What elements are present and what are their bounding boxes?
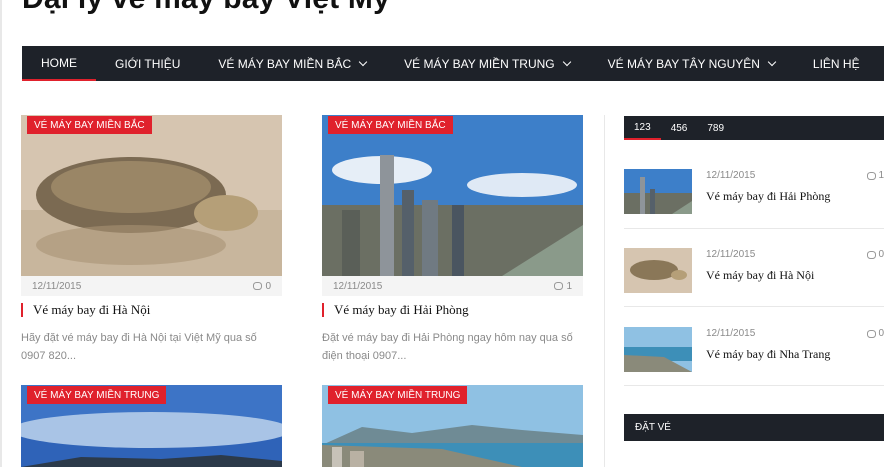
post-date: 12/11/2015 [333, 280, 383, 292]
sidebar-post-item: 12/11/2015 0 Vé máy bay đi Nha Trang [624, 327, 884, 386]
tab-789[interactable]: 789 [697, 116, 734, 140]
post-excerpt: Đặt vé máy bay đi Hải Phòng ngay hôm nay… [322, 332, 573, 362]
sidebar-post-date: 12/11/2015 [706, 249, 756, 260]
category-badge[interactable]: VÉ MÁY BAY MIỀN BẮC [27, 116, 152, 134]
post-date: 12/11/2015 [32, 280, 82, 292]
coastal-city-image [624, 327, 692, 372]
comment-icon [253, 282, 263, 290]
nav-item-about[interactable]: GIỚI THIỆU [96, 46, 199, 81]
sidebar-thumbnail[interactable] [624, 327, 692, 372]
column-divider [604, 115, 605, 467]
nav-label: VÉ MÁY BAY TÂY NGUYÊN [607, 56, 760, 71]
post-card: VÉ MÁY BAY MIỀN BẮC 12/11/2015 1 Vé máy … [322, 115, 583, 365]
post-meta: 12/11/2015 0 [21, 276, 282, 296]
nav-label: VÉ MÁY BAY MIỀN BẮC [218, 56, 352, 71]
post-meta: 12/11/2015 1 [322, 276, 583, 296]
page-edge [0, 0, 2, 467]
comment-count[interactable]: 1 [554, 281, 572, 292]
comment-count[interactable]: 1 [867, 170, 884, 181]
sidebar-thumbnail[interactable] [624, 169, 692, 214]
comment-number: 0 [265, 280, 271, 292]
category-badge[interactable]: VÉ MÁY BAY MIỀN TRUNG [328, 386, 468, 404]
comment-number: 1 [878, 170, 884, 181]
category-badge[interactable]: VÉ MÁY BAY MIỀN TRUNG [27, 386, 167, 404]
nav-label: VÉ MÁY BAY MIỀN TRUNG [404, 56, 555, 71]
nav-label: LIÊN HỆ [812, 56, 860, 71]
turtle-image [624, 248, 692, 293]
main-nav: HOME GIỚI THIỆU VÉ MÁY BAY MIỀN BẮC VÉ M… [22, 46, 884, 81]
tab-456[interactable]: 456 [661, 116, 698, 140]
chevron-down-icon [358, 57, 368, 67]
comment-number: 1 [566, 280, 572, 292]
sidebar-post-item: 12/11/2015 1 Vé máy bay đi Hải Phòng [624, 169, 884, 229]
comment-count[interactable]: 0 [867, 328, 884, 339]
post-thumbnail[interactable]: VÉ MÁY BAY MIỀN BẮC [322, 115, 583, 276]
comment-icon [867, 250, 877, 259]
post-card: VÉ MÁY BAY MIỀN TRUNG [21, 385, 282, 467]
city-skyline-image [624, 169, 692, 214]
post-card: VÉ MÁY BAY MIỀN TRUNG [322, 385, 583, 467]
nav-item-contact[interactable]: LIÊN HỆ [794, 46, 879, 81]
comment-number: 0 [878, 328, 884, 339]
site-title[interactable]: Đại lý vé máy bay Việt Mỹ [22, 0, 390, 14]
chevron-down-icon [767, 57, 777, 67]
category-badge[interactable]: VÉ MÁY BAY MIỀN BẮC [328, 116, 453, 134]
post-excerpt: Hãy đặt vé máy bay đi Hà Nội tại Việt Mỹ… [21, 332, 257, 362]
sidebar-post-date: 12/11/2015 [706, 328, 756, 339]
chevron-down-icon [562, 57, 571, 67]
comment-count[interactable]: 0 [253, 281, 271, 292]
sidebar-post-title[interactable]: Vé máy bay đi Hà Nội [706, 268, 814, 283]
sidebar-tabs: 123 456 789 [624, 116, 884, 140]
comment-count[interactable]: 0 [867, 249, 884, 260]
nav-item-central[interactable]: VÉ MÁY BAY MIỀN TRUNG [385, 46, 588, 81]
nav-item-home[interactable]: HOME [22, 46, 96, 81]
post-thumbnail[interactable]: VÉ MÁY BAY MIỀN TRUNG [322, 385, 583, 467]
comment-icon [867, 329, 877, 338]
nav-label: GIỚI THIỆU [115, 56, 181, 71]
sidebar-post-title[interactable]: Vé máy bay đi Hải Phòng [706, 189, 830, 204]
post-thumbnail[interactable]: VÉ MÁY BAY MIỀN BẮC [21, 115, 282, 276]
turtle-image [21, 115, 282, 276]
post-card: VÉ MÁY BAY MIỀN BẮC 12/11/2015 0 Vé máy … [21, 115, 282, 365]
nav-item-north[interactable]: VÉ MÁY BAY MIỀN BẮC [199, 46, 385, 81]
nav-label: HOME [41, 55, 77, 70]
city-skyline-image [322, 115, 583, 276]
tab-123[interactable]: 123 [624, 116, 661, 140]
sidebar-post-item: 12/11/2015 0 Vé máy bay đi Hà Nội [624, 248, 884, 307]
nav-item-highlands[interactable]: VÉ MÁY BAY TÂY NGUYÊN [589, 46, 794, 81]
sidebar-post-date: 12/11/2015 [706, 170, 756, 181]
comment-number: 0 [878, 249, 884, 260]
post-title[interactable]: Vé máy bay đi Hải Phòng [322, 303, 583, 317]
sidebar-thumbnail[interactable] [624, 248, 692, 293]
sidebar-post-title[interactable]: Vé máy bay đi Nha Trang [706, 347, 830, 362]
comment-icon [554, 282, 564, 290]
comment-icon [867, 171, 877, 180]
widget-title: ĐẶT VÉ [624, 414, 884, 441]
post-thumbnail[interactable]: VÉ MÁY BAY MIỀN TRUNG [21, 385, 282, 467]
post-title[interactable]: Vé máy bay đi Hà Nội [21, 303, 282, 317]
